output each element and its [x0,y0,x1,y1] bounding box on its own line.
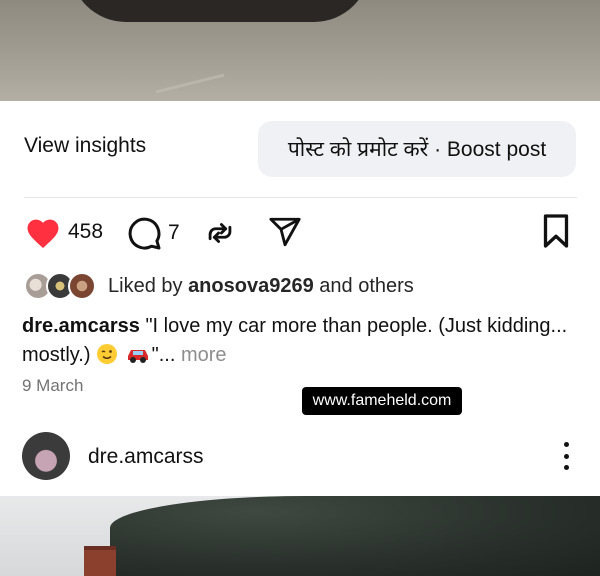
watermark: www.fameheld.com [302,387,462,415]
more-vertical-icon[interactable] [554,442,578,470]
car-silhouette [70,0,370,22]
view-insights-link[interactable]: View insights [24,134,146,158]
save-button[interactable] [540,213,572,249]
caption-more-link[interactable]: more [181,344,227,366]
trees [110,496,600,576]
liked-by-row[interactable]: Liked by anosova9269 and others [24,270,414,302]
boost-post-button[interactable]: पोस्ट को प्रमोट करें · Boost post [258,121,576,177]
repost-button[interactable] [203,216,237,250]
post-caption: dre.amcarss "I love my car more than peo… [22,312,582,370]
caption-username[interactable]: dre.amcarss [22,315,140,337]
liked-by-user[interactable]: anosova9269 [188,275,314,297]
like-button[interactable]: 458 [24,215,103,249]
caption-text-end: "... [151,344,176,366]
share-button[interactable] [267,215,303,249]
like-count: 458 [68,220,104,243]
divider [24,197,577,198]
bookmark-icon [543,214,569,248]
chimney [84,546,116,576]
comment-count: 7 [168,221,180,244]
post-image[interactable] [0,496,600,576]
liker-avatars [24,270,100,302]
liked-by-suffix: and others [319,274,414,297]
post-date: 9 March [22,376,84,395]
avatar [68,272,96,300]
share-icon [269,217,301,247]
repost-icon [208,223,232,243]
post-image[interactable] [0,0,600,101]
liked-by-text: Liked by anosova9269 and others [108,275,414,298]
comment-button[interactable]: 7 [126,215,180,251]
post-username[interactable]: dre.amcarss [88,445,204,469]
car-emoji-icon [127,350,148,363]
avatar[interactable] [22,432,70,480]
heart-icon [27,219,59,248]
comment-icon [128,217,161,250]
ground-mark [155,73,225,94]
liked-by-prefix: Liked by [108,274,183,297]
wink-emoji-icon [97,344,118,364]
